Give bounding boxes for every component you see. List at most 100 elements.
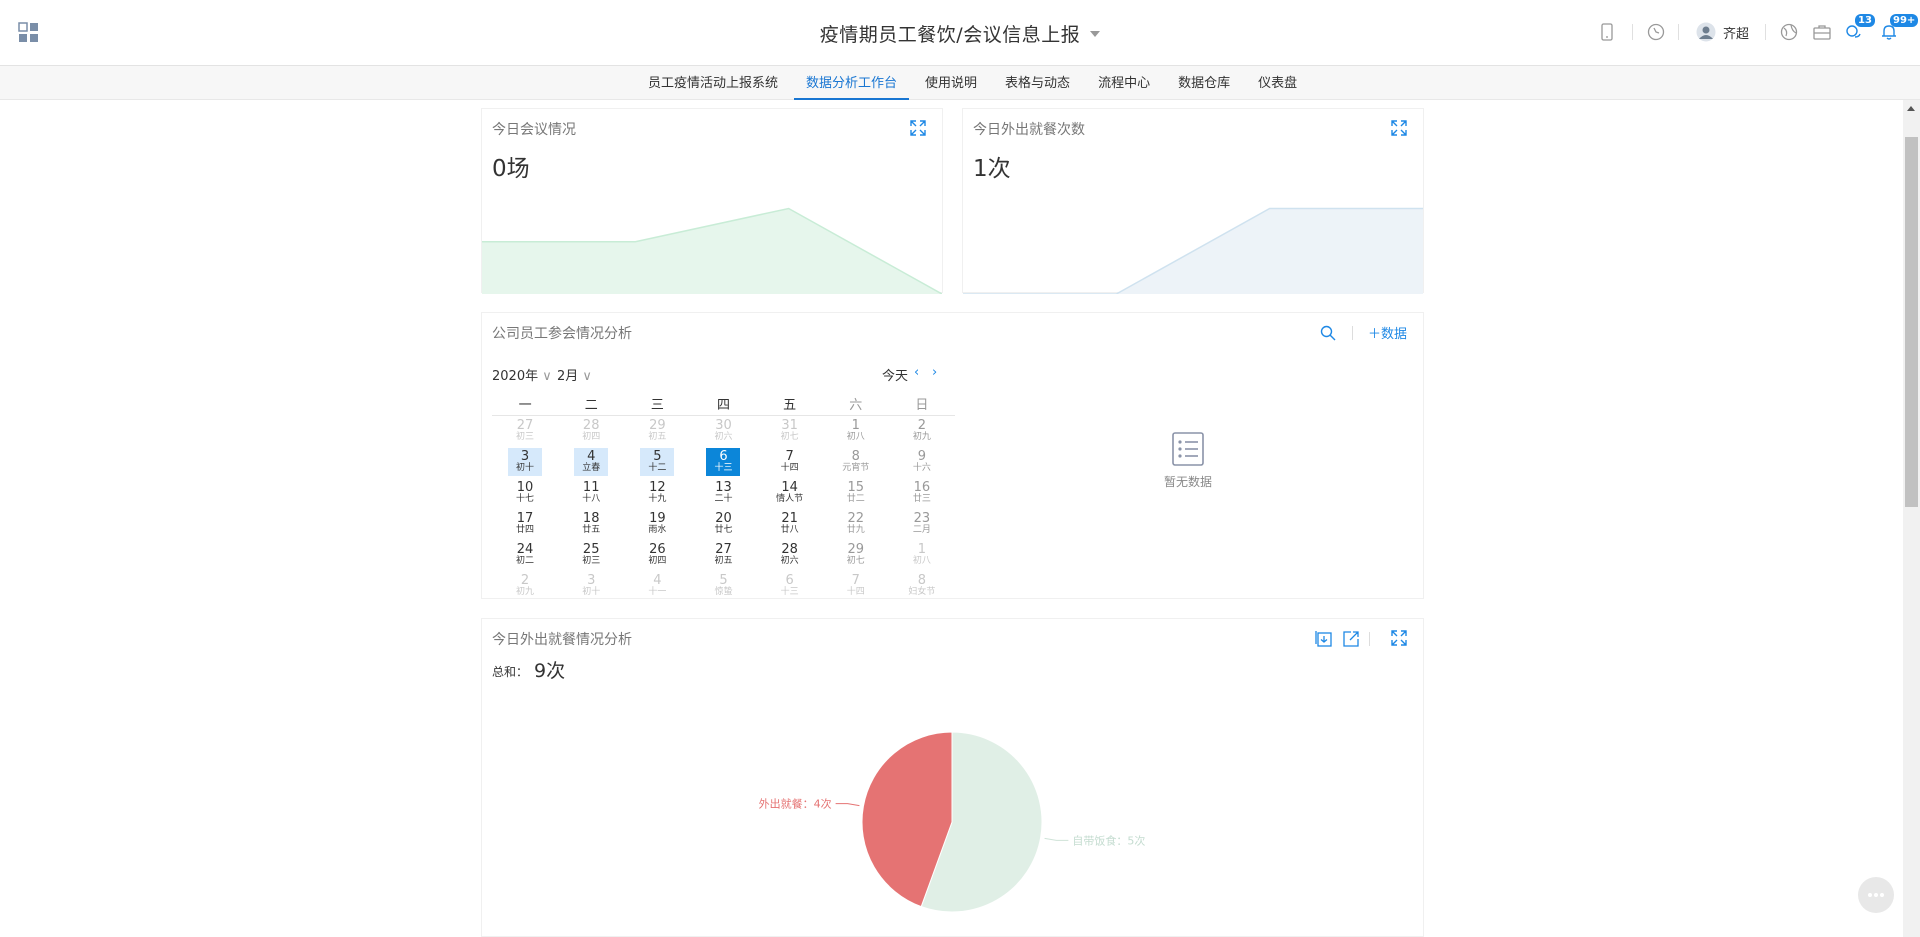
avatar bbox=[1695, 21, 1717, 43]
lunar-date: 初六 bbox=[714, 431, 733, 442]
lunar-date: 初八 bbox=[846, 431, 865, 442]
pie-label-line bbox=[1044, 837, 1069, 841]
calendar-grid: 一二三四五六日 27 初三 28 初四 29 初五 30 初六 31 初七 1 初八 2 初九 3 初十 4 立春… bbox=[492, 393, 955, 601]
calendar-day[interactable]: 2 初九 bbox=[508, 572, 542, 600]
scrollbar[interactable] bbox=[1903, 100, 1920, 937]
calendar-day[interactable]: 1 初八 bbox=[839, 417, 873, 445]
calendar-day[interactable]: 1 初八 bbox=[905, 541, 939, 569]
nav-item[interactable]: 仪表盘 bbox=[1244, 66, 1311, 100]
day-number: 5 bbox=[719, 572, 728, 588]
calendar-day[interactable]: 29 初五 bbox=[640, 417, 674, 445]
calendar-day[interactable]: 25 初三 bbox=[574, 541, 608, 569]
download-icon[interactable] bbox=[1315, 630, 1333, 652]
calendar-day[interactable]: 10 十七 bbox=[508, 479, 542, 507]
meeting-sparkline bbox=[482, 207, 942, 294]
expand-icon[interactable] bbox=[1390, 119, 1408, 137]
expand-icon[interactable] bbox=[1390, 629, 1408, 647]
day-number: 18 bbox=[582, 510, 600, 526]
day-number: 2 bbox=[520, 572, 530, 588]
user-menu[interactable]: 齐超 bbox=[1695, 19, 1749, 45]
calendar-day[interactable]: 15 廿二 bbox=[839, 479, 873, 507]
calendar-day[interactable]: 9 十六 bbox=[905, 448, 939, 476]
dining-count: 1次 bbox=[973, 156, 1011, 182]
chevron-down-icon: ∨ bbox=[578, 369, 592, 384]
lunar-date: 十四 bbox=[846, 586, 865, 597]
calendar-day[interactable]: 27 初三 bbox=[508, 417, 542, 445]
calendar-day[interactable]: 6 十三 bbox=[773, 572, 807, 600]
day-number: 10 bbox=[516, 479, 534, 495]
scroll-thumb[interactable] bbox=[1905, 137, 1918, 507]
calendar-day[interactable]: 3 初十 bbox=[574, 572, 608, 600]
nav-item[interactable]: 员工疫情活动上报系统 bbox=[634, 66, 792, 100]
mobile-icon[interactable] bbox=[1596, 21, 1618, 43]
calendar-day[interactable]: 20 廿七 bbox=[706, 510, 740, 538]
day-number: 7 bbox=[851, 572, 860, 588]
prev-month-icon[interactable]: ‹ bbox=[914, 365, 919, 380]
today-button[interactable]: 今天 bbox=[882, 365, 908, 384]
calendar-day[interactable]: 12 十九 bbox=[640, 479, 674, 507]
calendar-day[interactable]: 22 廿九 bbox=[839, 510, 873, 538]
day-number: 15 bbox=[847, 479, 865, 495]
calendar-day[interactable]: 14 情人节 bbox=[773, 479, 807, 507]
calendar-day[interactable]: 28 初四 bbox=[574, 417, 608, 445]
calendar-day[interactable]: 24 初二 bbox=[508, 541, 542, 569]
lunar-date: 情人节 bbox=[776, 493, 804, 504]
calendar-day[interactable]: 29 初七 bbox=[839, 541, 873, 569]
calendar-day[interactable]: 23 二月 bbox=[905, 510, 939, 538]
messages-button[interactable]: 13 bbox=[1843, 14, 1875, 43]
calendar-day[interactable]: 8 元宵节 bbox=[839, 448, 873, 476]
calendar-day[interactable]: 17 廿四 bbox=[508, 510, 542, 538]
calendar-day[interactable]: 5 惊蛰 bbox=[706, 572, 740, 600]
nav-item[interactable]: 数据分析工作台 bbox=[792, 66, 911, 100]
lunar-date: 初三 bbox=[582, 555, 601, 566]
day-number: 16 bbox=[913, 479, 931, 495]
lunar-date: 十四 bbox=[780, 462, 799, 473]
app-title: 疫情期员工餐饮/会议信息上报 bbox=[819, 24, 1081, 46]
day-number: 11 bbox=[582, 479, 600, 495]
calendar-day[interactable]: 30 初六 bbox=[706, 417, 740, 445]
nav-item[interactable]: 流程中心 bbox=[1084, 66, 1164, 100]
lunar-date: 初三 bbox=[516, 431, 535, 442]
add-data-button[interactable]: ＋数据 bbox=[1368, 323, 1407, 342]
calendar-day[interactable]: 7 十四 bbox=[839, 572, 873, 600]
calendar-day[interactable]: 11 十八 bbox=[574, 479, 608, 507]
calendar-day[interactable]: 3 初十 bbox=[508, 447, 543, 476]
card-title: 今日外出就餐情况分析 bbox=[492, 632, 632, 648]
notifications-button[interactable]: 99+ bbox=[1878, 14, 1919, 43]
calendar-day[interactable]: 5 十二 bbox=[640, 447, 675, 476]
briefcase-icon[interactable] bbox=[1811, 21, 1833, 43]
month-select[interactable]: 2月 ∨ bbox=[557, 365, 592, 384]
time-icon[interactable] bbox=[1645, 21, 1667, 43]
scroll-up-arrow[interactable] bbox=[1907, 106, 1915, 111]
more-button[interactable] bbox=[1858, 877, 1894, 913]
lunar-date: 初九 bbox=[516, 586, 535, 597]
calendar-day[interactable]: 26 初四 bbox=[640, 541, 674, 569]
calendar-day[interactable]: 19 雨水 bbox=[640, 510, 674, 538]
nav-item[interactable]: 数据仓库 bbox=[1164, 66, 1244, 100]
nav-item[interactable]: 使用说明 bbox=[911, 66, 991, 100]
calendar-day[interactable]: 4 十一 bbox=[640, 572, 674, 600]
calendar-day[interactable]: 31 初七 bbox=[773, 417, 807, 445]
expand-icon[interactable] bbox=[909, 119, 927, 137]
lunar-date: 初五 bbox=[714, 555, 733, 566]
calendar-day[interactable]: 7 十四 bbox=[773, 448, 807, 476]
calendar-day[interactable]: 13 二十 bbox=[706, 479, 740, 507]
lunar-date: 十三 bbox=[780, 586, 799, 597]
calendar-day[interactable]: 4 立春 bbox=[574, 447, 609, 476]
calendar-day[interactable]: 16 廿三 bbox=[905, 479, 939, 507]
calendar-day[interactable]: 27 初五 bbox=[706, 541, 740, 569]
year-select[interactable]: 2020年 ∨ bbox=[492, 365, 552, 384]
search-icon[interactable] bbox=[1320, 325, 1336, 345]
nav-item[interactable]: 表格与动态 bbox=[991, 66, 1084, 100]
calendar-day[interactable]: 2 初九 bbox=[905, 417, 939, 445]
next-month-icon[interactable]: › bbox=[932, 365, 937, 380]
share-icon[interactable] bbox=[1342, 630, 1360, 652]
calendar-day[interactable]: 8 妇女节 bbox=[905, 572, 939, 600]
globe-icon[interactable] bbox=[1778, 21, 1800, 43]
chevron-down-icon: ∨ bbox=[538, 369, 552, 384]
calendar-day[interactable]: 28 初六 bbox=[773, 541, 807, 569]
lunar-date: 十六 bbox=[912, 462, 931, 473]
calendar-day[interactable]: 6 十三 bbox=[706, 447, 741, 476]
calendar-day[interactable]: 21 廿八 bbox=[773, 510, 807, 538]
calendar-day[interactable]: 18 廿五 bbox=[574, 510, 608, 538]
